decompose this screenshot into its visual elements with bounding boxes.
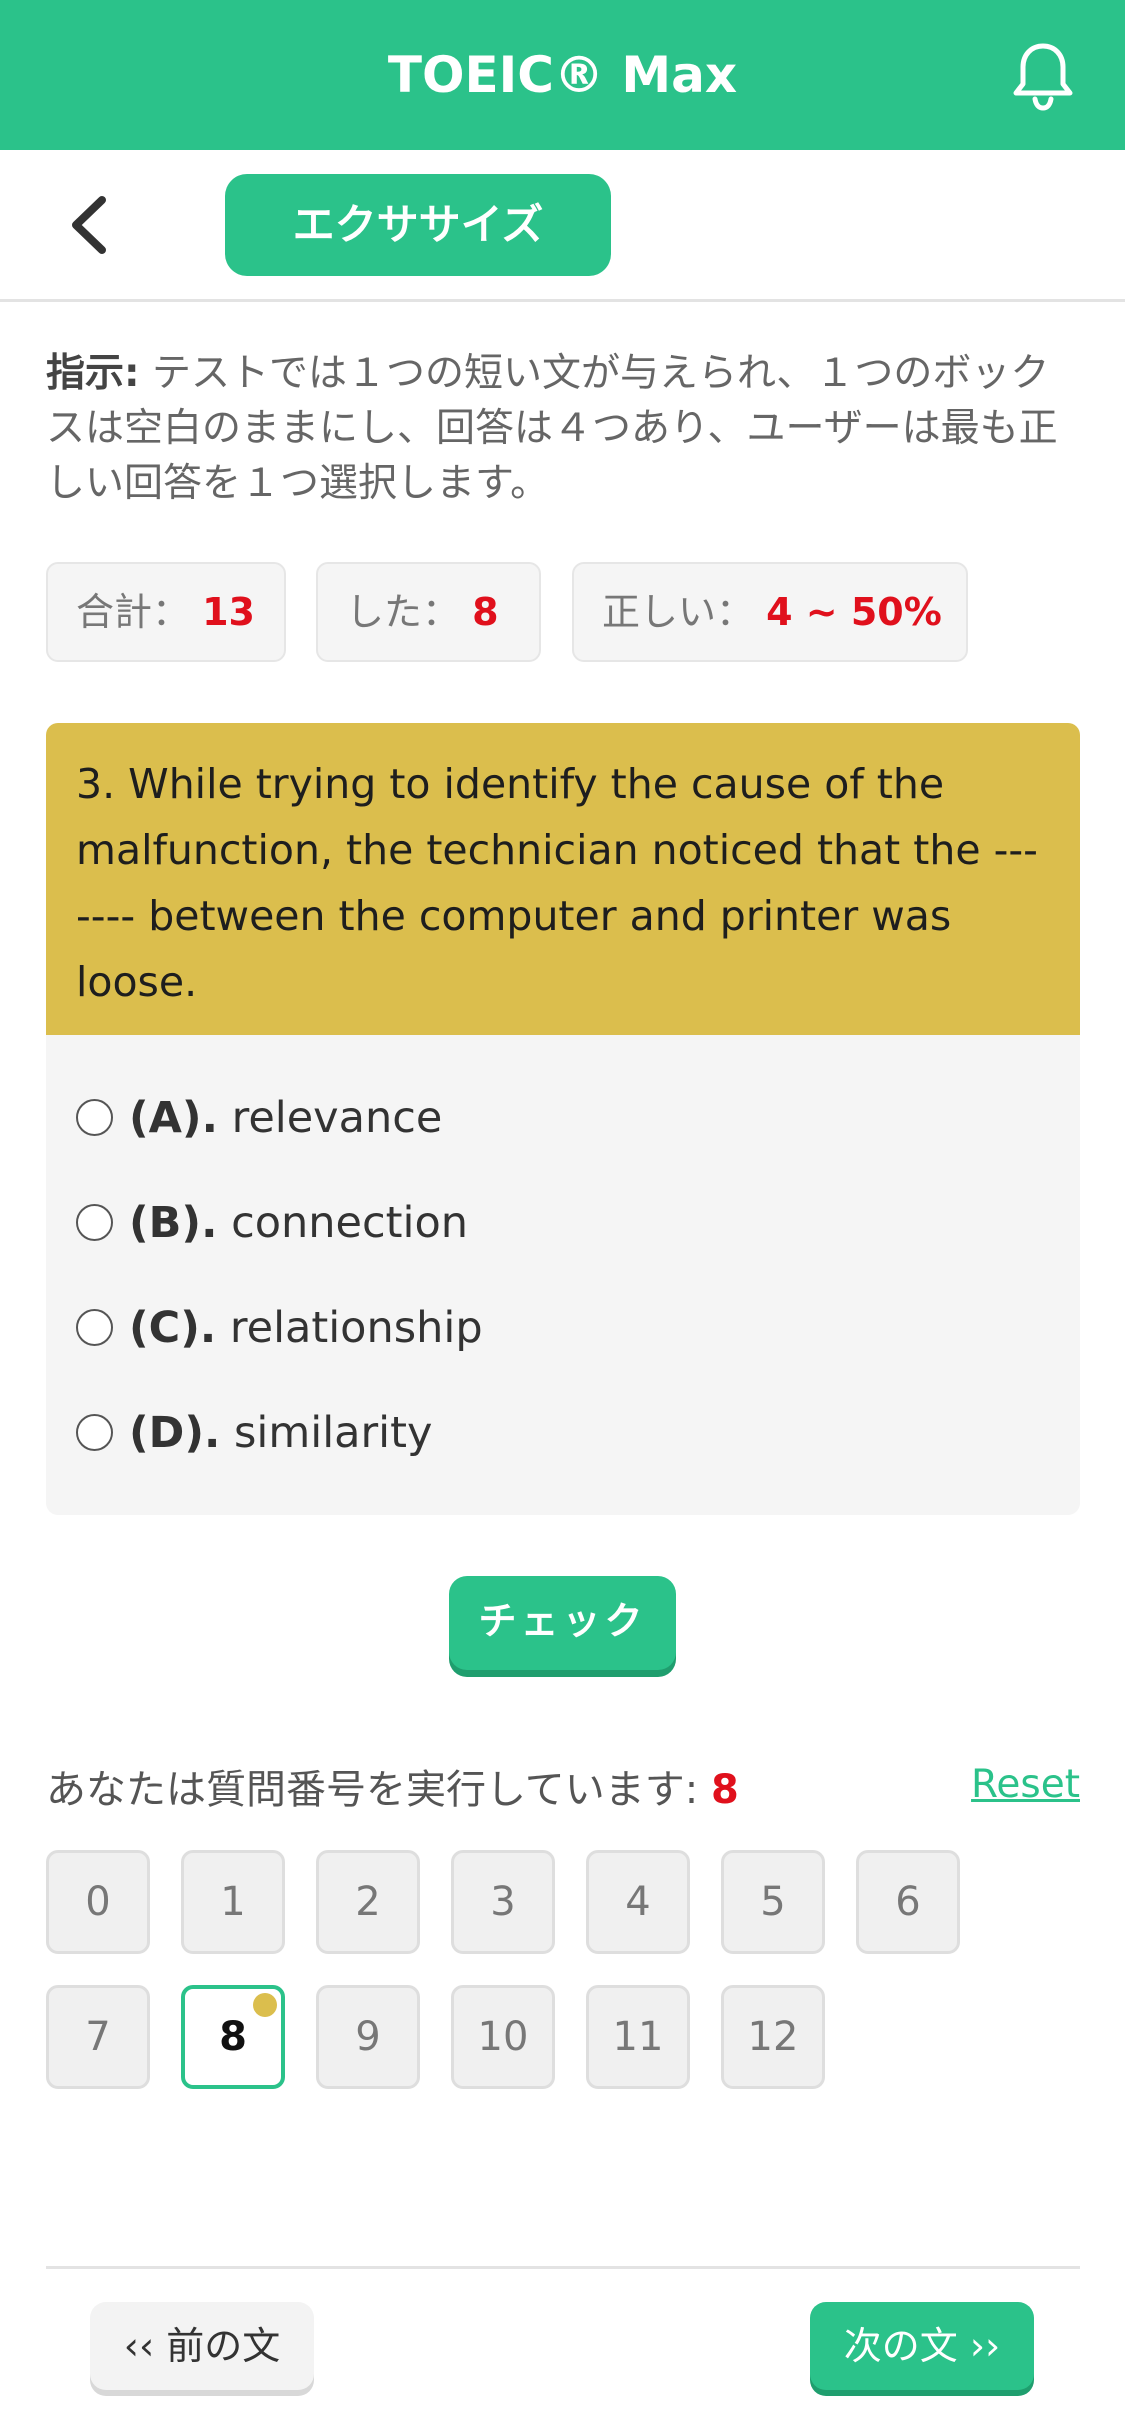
stat-correct-label: 正しい：	[602, 590, 755, 634]
running-label: あなたは質問番号を実行しています:	[46, 1767, 711, 1813]
stat-total: 合計： 13	[46, 562, 286, 662]
option-key: (B).	[129, 1198, 218, 1248]
question-number-button[interactable]: 3	[451, 1850, 555, 1954]
stat-done-value: 8	[472, 590, 499, 634]
stat-done-label: した：	[346, 590, 461, 634]
current-question-indicator: あなたは質問番号を実行しています: 8	[46, 1760, 739, 1820]
option-text: connection	[231, 1198, 469, 1248]
app-title: TOEIC® Max	[387, 46, 738, 104]
question-number-button[interactable]: 9	[316, 1985, 420, 2089]
option-text: similarity	[234, 1408, 433, 1458]
question-number-button[interactable]: 5	[721, 1850, 825, 1954]
question-number-button[interactable]: 7	[46, 1985, 150, 2089]
question-number-button[interactable]: 12	[721, 1985, 825, 2089]
current-question-number: 8	[711, 1767, 739, 1813]
previous-sentence-button[interactable]: ‹‹ 前の文	[90, 2302, 314, 2390]
question-number-button[interactable]: 6	[856, 1850, 960, 1954]
option-a[interactable]: (A). relevance	[76, 1083, 442, 1153]
instruction-body: テストでは１つの短い文が与えられ、１つのボックスは空白のままにし、回答は４つあり…	[46, 351, 1058, 506]
question-number-label: 8	[219, 2014, 247, 2060]
question-number-button[interactable]: 11	[586, 1985, 690, 2089]
app-header: TOEIC® Max	[0, 0, 1125, 150]
sub-navigation: エクササイズ	[0, 150, 1125, 302]
question-number-button-current[interactable]: 8	[181, 1985, 285, 2089]
option-text: relationship	[229, 1303, 483, 1353]
reset-link[interactable]: Reset	[970, 1755, 1080, 1815]
radio-icon[interactable]	[76, 1414, 113, 1451]
next-sentence-button[interactable]: 次の文 ››	[810, 2302, 1034, 2390]
stat-total-label: 合計：	[76, 590, 191, 634]
stat-total-value: 13	[202, 590, 255, 634]
instruction-text: 指示: テストでは１つの短い文が与えられ、１つのボックスは空白のままにし、回答は…	[46, 346, 1076, 511]
radio-icon[interactable]	[76, 1099, 113, 1136]
question-number-button[interactable]: 1	[181, 1850, 285, 1954]
option-key: (A).	[129, 1093, 218, 1143]
stat-done: した： 8	[316, 562, 541, 662]
option-key: (D).	[129, 1408, 221, 1458]
chevron-left-icon[interactable]	[62, 192, 118, 258]
question-text: 3. While trying to identify the cause of…	[46, 723, 1080, 1035]
question-number-button[interactable]: 0	[46, 1850, 150, 1954]
question-number-button[interactable]: 2	[316, 1850, 420, 1954]
option-d[interactable]: (D). similarity	[76, 1398, 432, 1468]
option-b[interactable]: (B). connection	[76, 1188, 468, 1258]
check-button[interactable]: チェック	[449, 1576, 676, 1670]
options-panel: (A). relevance (B). connection (C). rela…	[46, 1035, 1080, 1515]
stat-correct-value: 4 ~ 50%	[766, 590, 942, 634]
divider	[46, 2266, 1080, 2269]
radio-icon[interactable]	[76, 1309, 113, 1346]
radio-icon[interactable]	[76, 1204, 113, 1241]
bell-icon[interactable]	[1005, 38, 1081, 114]
question-number-button[interactable]: 10	[451, 1985, 555, 2089]
tab-exercise[interactable]: エクササイズ	[225, 174, 611, 276]
option-key: (C).	[129, 1303, 217, 1353]
question-number-button[interactable]: 4	[586, 1850, 690, 1954]
stat-correct: 正しい： 4 ~ 50%	[572, 562, 968, 662]
option-c[interactable]: (C). relationship	[76, 1293, 483, 1363]
current-marker-dot	[253, 1993, 277, 2017]
option-text: relevance	[231, 1093, 443, 1143]
instruction-label: 指示:	[46, 351, 140, 396]
